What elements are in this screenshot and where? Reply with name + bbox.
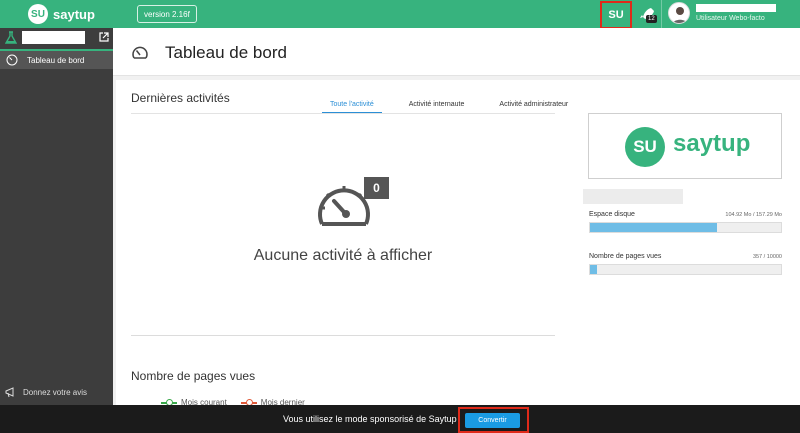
disk-usage: Espace disque 104.92 Mo / 157.29 Mo [589, 211, 782, 233]
feedback-link[interactable]: Donnez votre avis [0, 382, 113, 402]
activity-count-badge: 0 [364, 177, 389, 199]
feedback-label: Donnez votre avis [23, 387, 88, 397]
activity-tabs: Toute l'activité Activité internaute Act… [322, 100, 595, 114]
logo[interactable]: SU saytup [0, 0, 113, 28]
page-views-usage-value: 357 / 10000 [752, 254, 782, 260]
flask-icon [5, 31, 17, 44]
sidebar-item-dashboard[interactable]: Tableau de bord [0, 49, 113, 69]
page-views-usage-bar [589, 264, 782, 275]
page-views-usage-fill [590, 265, 597, 274]
page-views-usage-label: Nombre de pages vues [589, 253, 662, 260]
page-header: Tableau de bord [113, 28, 800, 76]
page-title: Tableau de bord [165, 43, 287, 62]
top-bar: SU saytup version 2.16f SU 12 Utilisateu… [0, 0, 800, 29]
brand-logo-text: saytup [673, 130, 751, 157]
convert-button[interactable]: Convertir [465, 413, 520, 428]
disk-usage-value: 104.92 Mo / 157.29 Mo [725, 212, 782, 218]
su-button-label: SU [608, 9, 624, 21]
section-divider [131, 335, 555, 336]
notification-count-badge: 12 [646, 15, 657, 23]
activities-title: Dernières activités [131, 91, 230, 105]
disk-usage-fill [590, 223, 718, 232]
sponsor-bar: Vous utilisez le mode sponsorisé de Sayt… [0, 405, 800, 433]
brand-logo-badge: SU [625, 127, 665, 167]
external-link-icon[interactable] [99, 32, 109, 42]
site-name-field[interactable] [22, 31, 85, 44]
logo-text: saytup [53, 6, 95, 22]
dashboard-icon [132, 46, 148, 59]
empty-activities: 0 Aucune activité à afficher [131, 114, 555, 336]
redacted-block [583, 189, 683, 204]
megaphone-icon [5, 387, 14, 398]
legend-swatch-green [161, 398, 177, 406]
logo-badge: SU [28, 4, 48, 24]
convert-highlight: Convertir [458, 407, 529, 433]
disk-usage-bar [589, 222, 782, 233]
page-views-usage: Nombre de pages vues 357 / 10000 [589, 253, 782, 275]
sidebar-item-label: Tableau de bord [27, 55, 85, 65]
disk-usage-label: Espace disque [589, 211, 635, 218]
site-selector [0, 28, 113, 48]
user-menu[interactable]: Utilisateur Webo-facto [661, 0, 800, 28]
tab-admin-activity[interactable]: Activité administrateur [491, 100, 576, 114]
dashboard-icon [6, 54, 18, 66]
tab-visitor-activity[interactable]: Activité internaute [401, 100, 473, 114]
avatar [668, 2, 690, 24]
user-role: Utilisateur Webo-facto [696, 15, 765, 22]
sidebar: Tableau de bord Donnez votre avis [0, 28, 113, 405]
brand-card: SU saytup [588, 113, 782, 179]
legend-swatch-red [240, 398, 257, 406]
tab-all-activity[interactable]: Toute l'activité [322, 100, 382, 114]
version-button[interactable]: version 2.16f [137, 5, 197, 23]
empty-message: Aucune activité à afficher [253, 247, 433, 264]
su-button[interactable]: SU [600, 1, 632, 29]
user-name-redacted [696, 4, 776, 12]
page-views-title: Nombre de pages vues [131, 369, 256, 383]
sponsor-message: Vous utilisez le mode sponsorisé de Sayt… [283, 414, 457, 424]
